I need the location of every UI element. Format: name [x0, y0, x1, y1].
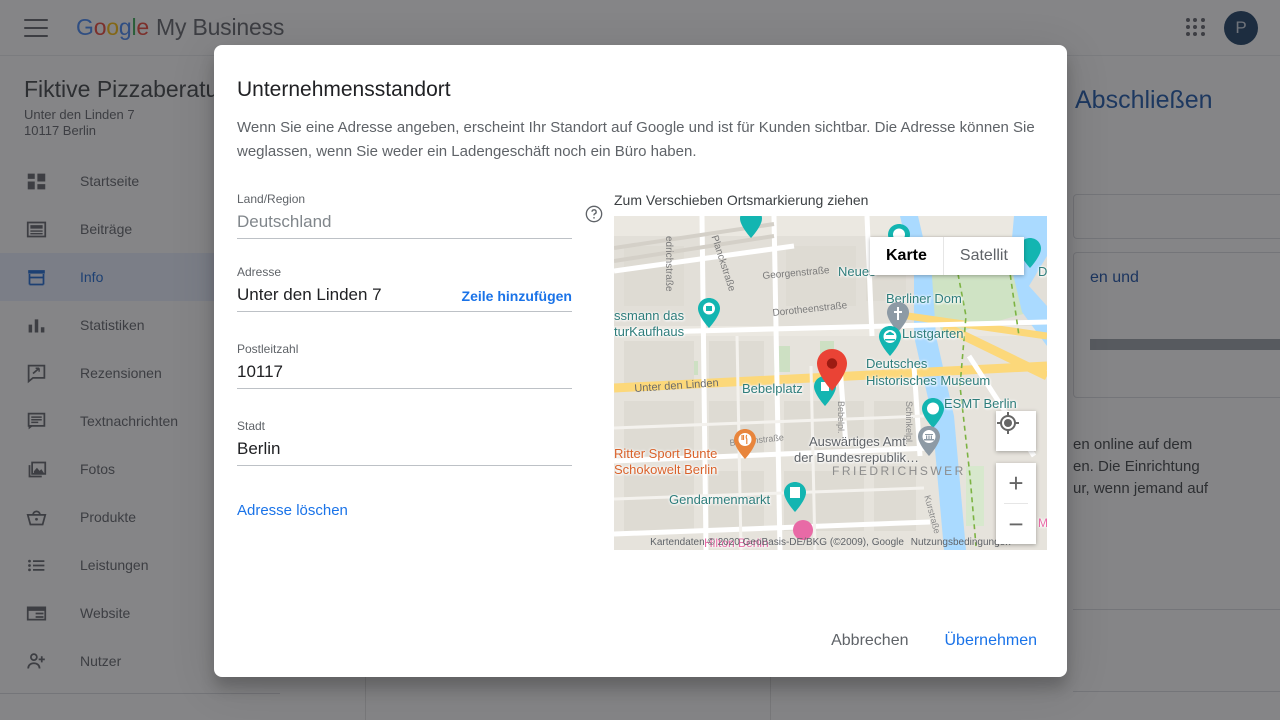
map-label: Gendarmenmarkt	[669, 492, 771, 507]
map-type-satellit-button[interactable]: Satellit	[944, 237, 1024, 275]
map-label: Bebelpl.	[836, 401, 846, 434]
field-label: Postleitzahl	[237, 342, 299, 356]
address-form: Land/Region Deutschland Adresse Unter de…	[237, 192, 603, 550]
field-label: Stadt	[237, 419, 266, 433]
map-label: edrichstraße	[663, 236, 674, 292]
street-address-input[interactable]: Unter den Linden 7	[237, 285, 462, 305]
map-label: Schinkelpl.	[904, 401, 914, 445]
map-label: Ritter Sport Bunte	[614, 446, 718, 461]
map-zoom-controls: + −	[996, 463, 1036, 544]
apply-button[interactable]: Übernehmen	[931, 622, 1052, 660]
map-label: Lustgarten	[902, 326, 964, 341]
field-stadt: Stadt Berlin	[237, 419, 589, 466]
dialog-description: Wenn Sie eine Adresse angeben, erscheint…	[237, 119, 1035, 160]
map-type-toggle: Karte Satellit	[870, 237, 1024, 275]
map-label: ssmann das	[614, 308, 685, 323]
zoom-in-button[interactable]: +	[996, 463, 1036, 503]
map-copyright-text: Kartendaten © 2020 GeoBasis-DE/BKG (©200…	[650, 537, 904, 548]
map-label: Schokowelt Berlin	[614, 462, 718, 477]
cancel-button[interactable]: Abbrechen	[817, 622, 922, 660]
map-label: der Bundesrepublik…	[794, 450, 920, 465]
map-hint: Zum Verschieben Ortsmarkierung ziehen	[614, 192, 869, 208]
map-label: Deutsches	[866, 356, 928, 371]
field-label: Adresse	[237, 265, 282, 279]
city-input[interactable]: Berlin	[237, 439, 572, 459]
business-location-dialog: Unternehmensstandort Wenn Sie eine Adres…	[214, 45, 1067, 677]
poi-pin-gendarmenmarkt	[784, 482, 806, 512]
map-label: Bebelplatz	[742, 381, 803, 396]
poi-pin-ritter-sport	[734, 429, 756, 459]
zoom-out-button[interactable]: −	[996, 504, 1036, 544]
poi-pin-auswaertiges-amt	[918, 426, 940, 456]
map-label: turKaufhaus	[614, 324, 685, 339]
map-canvas[interactable]: Georgenstraße Dorotheenstraße Neues Berline…	[614, 216, 1047, 550]
dialog-title: Unternehmensstandort	[237, 78, 451, 101]
dialog-body: Land/Region Deutschland Adresse Unter de…	[214, 164, 1067, 550]
map-panel: Zum Verschieben Ortsmarkierung ziehen Ge…	[614, 192, 1047, 550]
poi-pin-top	[740, 216, 762, 238]
delete-address-link[interactable]: Adresse löschen	[237, 502, 348, 519]
my-location-icon[interactable]	[996, 411, 1036, 451]
poi-pin-museum	[879, 326, 901, 356]
map-label: Historisches Museum	[866, 373, 991, 388]
map-label: ESMT Berlin	[944, 396, 1017, 411]
dialog-actions: Abbrechen Übernehmen	[817, 622, 1051, 660]
poi-pin-kaufhaus	[698, 298, 720, 328]
map-label: M	[1038, 516, 1047, 530]
location-marker-pin[interactable]	[817, 349, 847, 391]
poi-pin-esmt	[922, 398, 944, 428]
add-line-button[interactable]: Zeile hinzufügen	[462, 288, 572, 305]
map-attribution: Kartendaten © 2020 GeoBasis-DE/BKG (©200…	[614, 537, 1047, 548]
field-adresse: Adresse Unter den Linden 7 Zeile hinzufü…	[237, 265, 589, 312]
field-land-region: Land/Region Deutschland	[237, 192, 603, 239]
postal-code-input[interactable]: 10117	[237, 362, 572, 382]
map-label: Auswärtiges Amt	[809, 434, 906, 449]
map-type-karte-button[interactable]: Karte	[870, 237, 944, 275]
field-postleitzahl: Postleitzahl 10117	[237, 342, 589, 389]
help-circle-icon[interactable]	[584, 204, 604, 229]
map-label: FRIEDRICHSWER	[832, 464, 966, 478]
country-input[interactable]: Deutschland	[237, 212, 572, 232]
field-label: Land/Region	[237, 192, 306, 206]
